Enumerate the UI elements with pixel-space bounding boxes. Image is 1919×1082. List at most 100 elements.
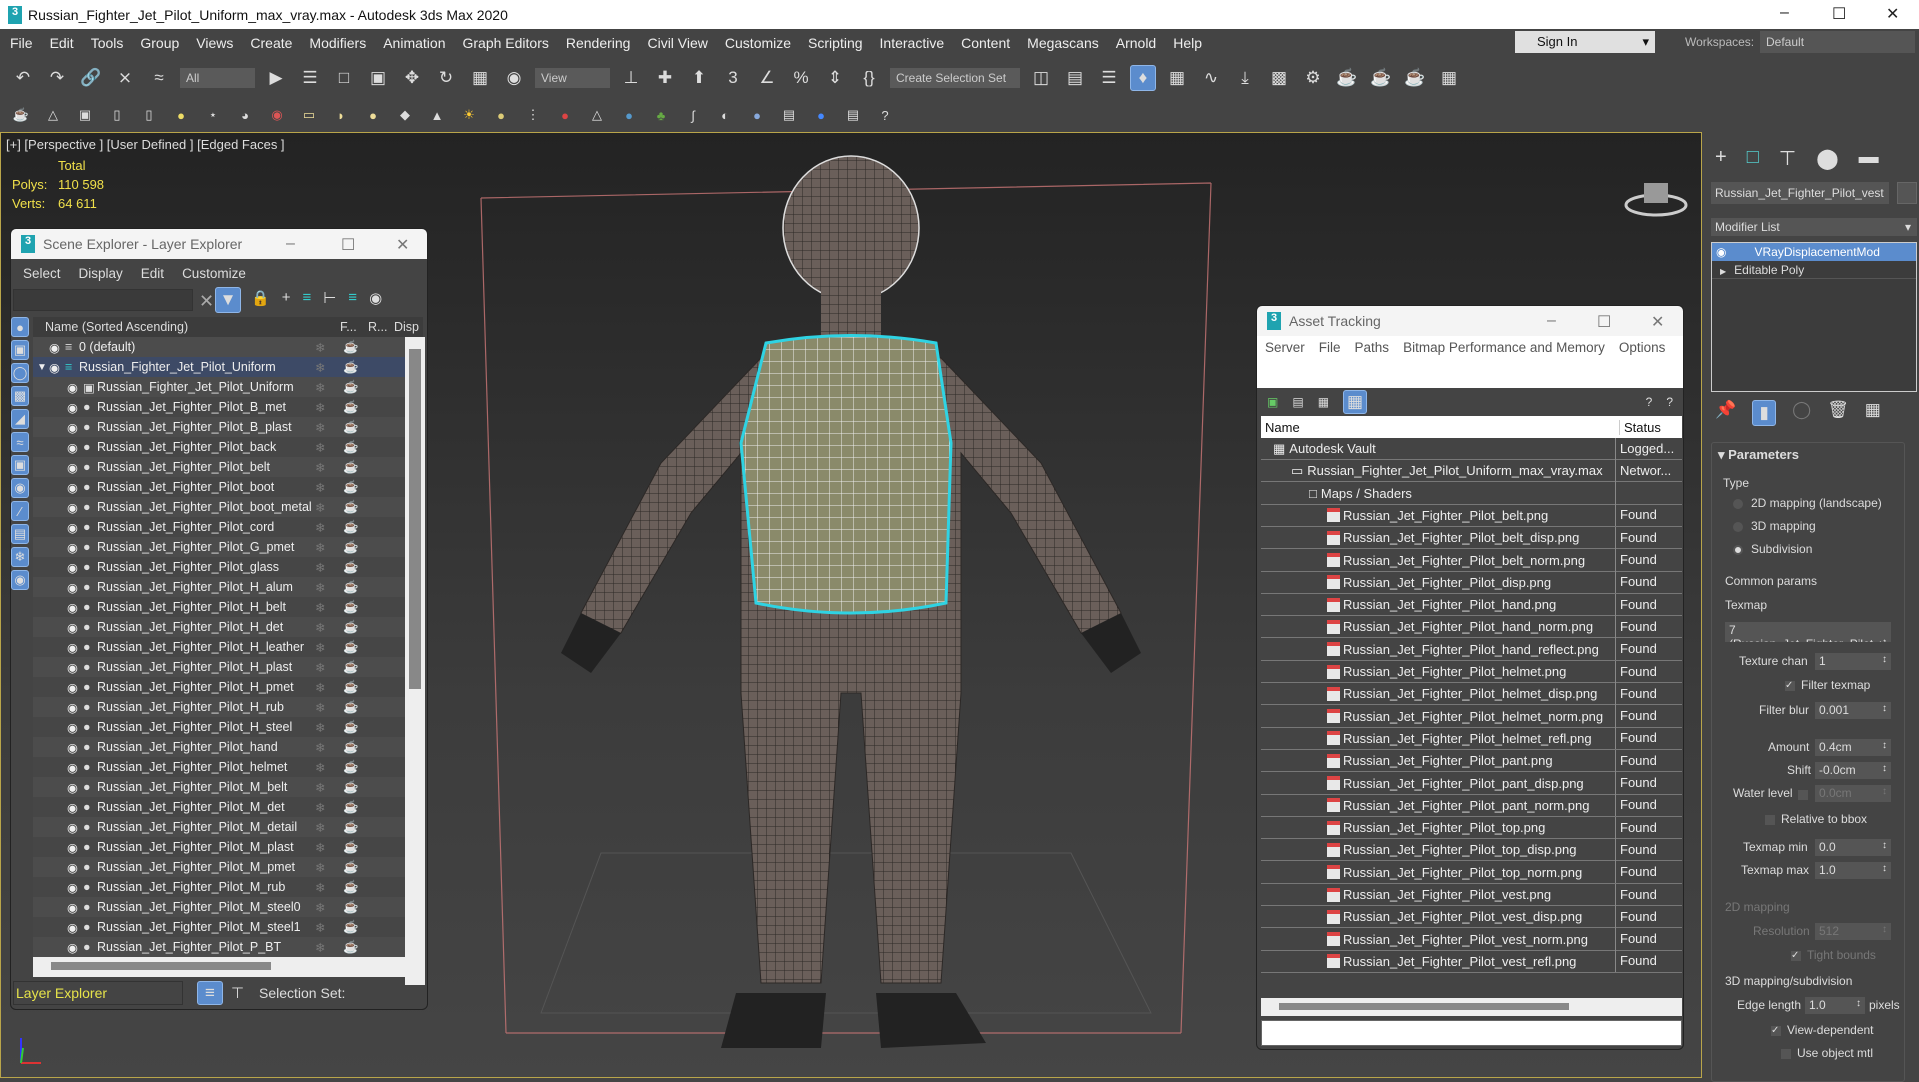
freeze-icon[interactable]: ❄ [315, 380, 325, 395]
layer-row[interactable]: ◉ ● Russian_Jet_Fighter_Pilot_H_det ❄ ☕ [33, 617, 405, 637]
object-color-swatch[interactable] [1897, 182, 1917, 204]
layer-row[interactable]: ◉ ● Russian_Jet_Fighter_Pilot_belt ❄ ☕ [33, 457, 405, 477]
layer-row[interactable]: ◉ ● Russian_Jet_Fighter_Pilot_M_det ❄ ☕ [33, 797, 405, 817]
make-unique-icon[interactable]: ◯ [1792, 400, 1811, 426]
eye-icon[interactable]: ◉ [1716, 245, 1726, 259]
freeze-icon[interactable]: ❄ [315, 480, 325, 495]
manipulate-icon[interactable]: ✚ [652, 65, 678, 91]
eye-icon[interactable]: ◉ [67, 820, 78, 835]
xrefs-filter-icon[interactable]: ◉ [11, 478, 29, 498]
se-menu-display[interactable]: Display [79, 266, 123, 281]
containers-filter-icon[interactable]: ▤ [11, 524, 29, 544]
freeze-icon[interactable]: ❄ [315, 560, 325, 575]
close-button[interactable]: ✕ [1886, 4, 1899, 24]
renderable-teapot-icon[interactable]: ☕ [343, 780, 359, 795]
renderable-teapot-icon[interactable]: ☕ [343, 400, 359, 415]
menu-file[interactable]: File [10, 35, 33, 51]
eye-icon[interactable]: ◉ [67, 640, 78, 655]
eye-icon[interactable]: ◉ [67, 420, 78, 435]
modifier-stack-item[interactable]: ▶ Editable Poly [1712, 261, 1916, 279]
freeze-icon[interactable]: ❄ [315, 860, 325, 875]
dummy-icon[interactable]: ◉ [266, 104, 288, 126]
eye-icon[interactable]: ◉ [67, 500, 78, 515]
shapes-filter-icon[interactable]: ▣ [11, 340, 29, 360]
minimize-button[interactable]: – [286, 235, 295, 253]
horizontal-scrollbar[interactable] [33, 957, 425, 977]
eye-icon[interactable]: ◉ [67, 860, 78, 875]
renderable-teapot-icon[interactable]: ☕ [343, 440, 359, 455]
freeze-icon[interactable]: ❄ [315, 740, 325, 755]
resolution-spinner[interactable]: 512 [1815, 923, 1891, 940]
reference-coord-dropdown[interactable]: View [535, 68, 610, 88]
asset-tree-row[interactable]: ▦ Autodesk Vault Logged... [1261, 437, 1682, 460]
asset-file-row[interactable]: Russian_Jet_Fighter_Pilot_top_disp.png Fo… [1261, 838, 1682, 862]
freeze-icon[interactable]: ❄ [315, 460, 325, 475]
layer-row[interactable]: ◉ ● Russian_Jet_Fighter_Pilot_H_steel ❄ ☕ [33, 717, 405, 737]
motion-tab-icon[interactable]: ⬤ [1816, 146, 1838, 171]
asset-file-row[interactable]: Russian_Jet_Fighter_Pilot_helmet_norm.pn… [1261, 705, 1682, 728]
asset-file-row[interactable]: Russian_Jet_Fighter_Pilot_hand_norm.png F… [1261, 615, 1682, 639]
at-menu-server[interactable]: Server [1265, 340, 1305, 384]
renderable-teapot-icon[interactable]: ☕ [343, 660, 359, 675]
vray-clipper-icon[interactable]: ◐ [714, 104, 736, 126]
eye-icon[interactable]: ◉ [67, 660, 78, 675]
menu-megascans[interactable]: Megascans [1027, 35, 1099, 51]
hidden-filter-icon[interactable]: ◉ [11, 570, 29, 590]
at-menu-options[interactable]: Options [1619, 340, 1666, 384]
menu-interactive[interactable]: Interactive [880, 35, 945, 51]
eye-icon[interactable]: ◉ [67, 700, 78, 715]
vray-sphere-icon[interactable]: ● [618, 104, 640, 126]
undo-icon[interactable]: ↶ [10, 65, 36, 91]
layer-row[interactable]: ◉ ● Russian_Jet_Fighter_Pilot_H_leather ❄ ☕ [33, 637, 405, 657]
se-menu-select[interactable]: Select [23, 266, 61, 281]
renderable-teapot-icon[interactable]: ☕ [343, 900, 359, 915]
renderable-teapot-icon[interactable]: ☕ [343, 580, 359, 595]
freeze-icon[interactable]: ❄ [315, 500, 325, 515]
renderable-teapot-icon[interactable]: ☕ [343, 540, 359, 555]
lights-filter-icon[interactable]: ◯ [11, 363, 29, 383]
layer-explorer-toggle-icon[interactable]: ♦ [1130, 65, 1156, 91]
angle-snap-icon[interactable]: ∠ [754, 65, 780, 91]
texmap-min-spinner[interactable]: 0.0 [1815, 839, 1891, 856]
snaps-toggle-icon[interactable]: 3 [720, 65, 746, 91]
renderable-teapot-icon[interactable]: ☕ [343, 740, 359, 755]
move-icon[interactable]: ✥ [399, 65, 425, 91]
renderable-teapot-icon[interactable]: ☕ [343, 640, 359, 655]
amount-spinner[interactable]: 0.4cm [1815, 739, 1891, 756]
spinner-snap-icon[interactable]: ⇕ [822, 65, 848, 91]
asset-file-row[interactable]: Russian_Jet_Fighter_Pilot_disp.png Found [1261, 571, 1682, 594]
lock-icon[interactable]: 🔒 [251, 289, 270, 307]
eye-icon[interactable]: ◉ [67, 480, 78, 495]
water-level-checkbox[interactable] [1798, 787, 1814, 801]
renderable-teapot-icon[interactable]: ☕ [343, 860, 359, 875]
layer-row[interactable]: ◉ ● Russian_Jet_Fighter_Pilot_M_pmet ❄ ☕ [33, 857, 405, 877]
add-layer-icon[interactable]: + [282, 289, 291, 307]
window-crossing-icon[interactable]: ▣ [365, 65, 391, 91]
texmap-button[interactable]: 7 (Russian_Jet_Fighter_Pilot_v [1725, 622, 1891, 642]
filter-icon[interactable]: ▼ [215, 287, 241, 313]
at-menu-bitmap-performance-and-memory[interactable]: Bitmap Performance and Memory [1403, 340, 1605, 384]
material-editor-icon[interactable]: ▩ [1266, 65, 1292, 91]
scene-explorer-titlebar[interactable]: 3 Scene Explorer - Layer Explorer – ☐ ✕ [11, 229, 427, 259]
freeze-icon[interactable]: ❄ [315, 920, 325, 935]
layer-row[interactable]: ◉ ● Russian_Jet_Fighter_Pilot_helmet ❄ ☕ [33, 757, 405, 777]
maximize-button[interactable]: ☐ [1832, 4, 1846, 24]
workspace-dropdown[interactable]: Default [1760, 31, 1915, 53]
ribbon-icon[interactable]: ▦ [1164, 65, 1190, 91]
asset-file-row[interactable]: Russian_Jet_Fighter_Pilot_hand.png Found [1261, 593, 1682, 617]
groups-filter-icon[interactable]: ▣ [11, 455, 29, 475]
renderable-teapot-icon[interactable]: ☕ [343, 720, 359, 735]
curve-editor-icon[interactable]: ∿ [1198, 65, 1224, 91]
edge-length-spinner[interactable]: 1.0 [1805, 997, 1865, 1014]
pivot-icon[interactable]: ⊥ [618, 65, 644, 91]
renderable-teapot-icon[interactable]: ☕ [343, 620, 359, 635]
vault-help-icon[interactable]: ? [1646, 395, 1653, 409]
rotate-icon[interactable]: ↻ [433, 65, 459, 91]
asset-file-row[interactable]: Russian_Jet_Fighter_Pilot_top.png Found [1261, 816, 1682, 840]
vray-plane-icon[interactable]: △ [586, 104, 608, 126]
eye-icon[interactable]: ◉ [49, 360, 60, 375]
column-status-header[interactable]: Status [1619, 419, 1661, 435]
asset-file-row[interactable]: Russian_Jet_Fighter_Pilot_pant_norm.png F… [1261, 794, 1682, 817]
freeze-icon[interactable]: ❄ [315, 540, 325, 555]
asset-file-row[interactable]: Russian_Jet_Fighter_Pilot_belt_disp.png F… [1261, 526, 1682, 550]
